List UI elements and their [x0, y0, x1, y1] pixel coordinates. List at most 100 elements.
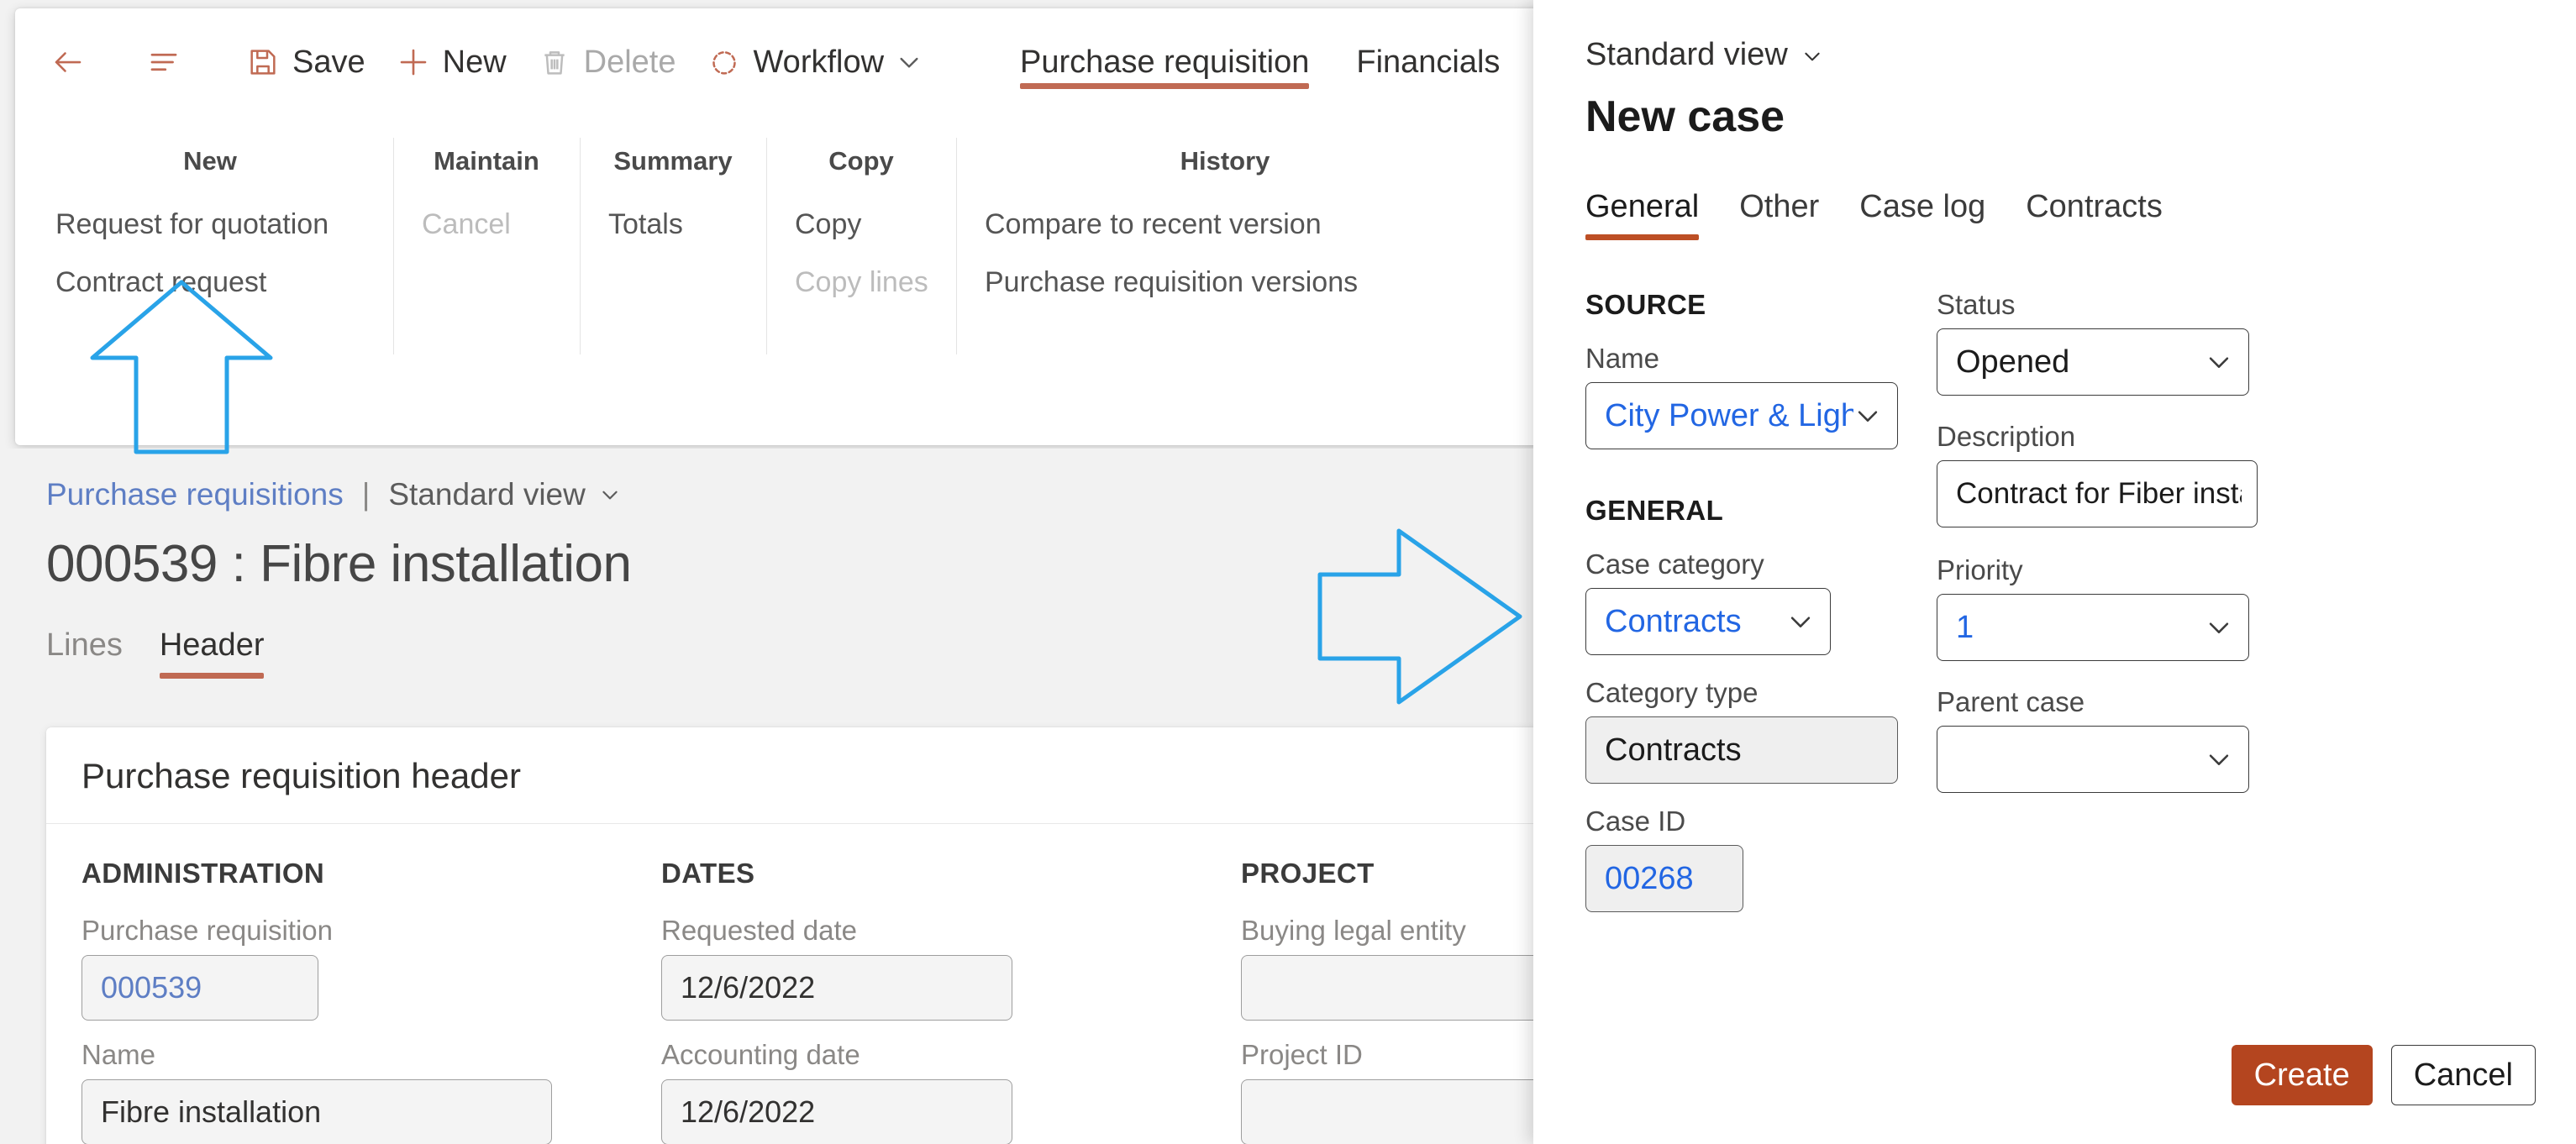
field-category-type: Category type Contracts [1585, 677, 1915, 784]
field-purchase-requisition-label: Purchase requisition [81, 915, 333, 946]
ribbon-group-maintain-title: Maintain [434, 146, 539, 176]
plus-icon [396, 45, 431, 80]
form-columns: ADMINISTRATION Purchase requisition 0005… [46, 824, 1533, 1144]
field-parent-case: Parent case [1937, 686, 2266, 793]
ribbon-item-contract-request[interactable]: Contract request [55, 266, 365, 299]
field-description-label: Description [1937, 421, 2076, 452]
panel-tab-other-label: Other [1739, 189, 1820, 224]
field-description-value: Contract for Fiber installation [1956, 477, 2242, 510]
ribbon-item-compare-to-recent-version[interactable]: Compare to recent version [985, 208, 1465, 241]
field-status: Status Opened [1937, 289, 2266, 396]
field-source-name-input[interactable]: City Power & Light [1585, 382, 1898, 449]
show-menu-button[interactable] [134, 38, 193, 87]
chevron-down-icon[interactable] [2205, 745, 2233, 774]
field-case-category: Case category Contracts [1585, 548, 1915, 655]
field-requested-date: Requested date 12/6/2022 [661, 915, 1241, 1021]
panel-tab-other[interactable]: Other [1719, 189, 1839, 242]
save-button[interactable]: Save [230, 38, 381, 87]
field-buying-legal-entity-input[interactable] [1241, 955, 1533, 1021]
new-case-panel: Standard view New case General Other Cas… [1533, 0, 2576, 1144]
workflow-button-label: Workflow [753, 44, 885, 80]
form-group-project-title: PROJECT [1241, 858, 1375, 889]
chevron-down-icon[interactable] [1786, 607, 1815, 636]
panel-body: SOURCE Name City Power & Light GENERAL C… [1533, 242, 2576, 934]
field-accounting-date-label: Accounting date [661, 1039, 860, 1070]
field-case-category-input[interactable]: Contracts [1585, 588, 1831, 655]
new-button[interactable]: New [381, 38, 522, 87]
ribbon-group-new: New Request for quotation Contract reque… [40, 146, 393, 324]
form-column-project: PROJECT Buying legal entity Project ID [1241, 858, 1533, 1144]
field-status-input[interactable]: Opened [1937, 328, 2249, 396]
panel-view-selector[interactable]: Standard view [1533, 0, 1823, 73]
panel-view-selector-label: Standard view [1585, 37, 1788, 72]
ribbon-item-request-for-quotation[interactable]: Request for quotation [55, 208, 365, 241]
chevron-down-icon[interactable] [2205, 613, 2233, 642]
field-purchase-requisition-input[interactable]: 000539 [81, 955, 318, 1021]
ribbon-item-purchase-requisition-versions[interactable]: Purchase requisition versions [985, 266, 1465, 299]
page-content: Purchase requisitions | Standard view 00… [0, 449, 1533, 1144]
field-priority-value: 1 [1956, 609, 1974, 645]
field-accounting-date-input[interactable]: 12/6/2022 [661, 1079, 1012, 1144]
tab-options[interactable]: Options [1523, 8, 1533, 116]
ribbon-item-cancel[interactable]: Cancel [422, 208, 551, 241]
ribbon-item-copy-lines[interactable]: Copy lines [795, 266, 928, 299]
field-case-id-value: 00268 [1605, 860, 1694, 896]
field-name-input[interactable]: Fibre installation [81, 1079, 552, 1144]
field-category-type-input: Contracts [1585, 716, 1898, 784]
form-group-administration-title: ADMINISTRATION [81, 858, 325, 889]
field-project-id-input[interactable] [1241, 1079, 1533, 1144]
field-requested-date-input[interactable]: 12/6/2022 [661, 955, 1012, 1021]
field-accounting-date: Accounting date 12/6/2022 [661, 1039, 1241, 1144]
view-selector[interactable]: Standard view [388, 477, 620, 512]
breadcrumb-separator: | [361, 477, 371, 512]
field-source-name-value: City Power & Light [1605, 397, 1853, 433]
field-parent-case-input[interactable] [1937, 726, 2249, 793]
ribbon-item-copy[interactable]: Copy [795, 208, 928, 241]
cancel-button[interactable]: Cancel [2390, 1045, 2536, 1105]
ribbon-group-new-title: New [183, 146, 237, 176]
ribbon-group-history: History Compare to recent version Purcha… [956, 138, 1494, 354]
panel-tab-active-underline [1585, 234, 1700, 240]
field-priority-input[interactable]: 1 [1937, 594, 2249, 661]
field-case-category-label: Case category [1585, 548, 1764, 580]
panel-column-right: Status Opened Description Contract for F… [1937, 289, 2266, 934]
workflow-button[interactable]: Workflow [691, 38, 938, 87]
field-name-label: Name [81, 1039, 156, 1070]
back-button[interactable] [39, 38, 97, 87]
page-tab-header-label: Header [159, 627, 265, 663]
panel-tab-case-log[interactable]: Case log [1839, 189, 2006, 242]
field-priority-label: Priority [1937, 554, 2023, 585]
tab-financials[interactable]: Financials [1333, 8, 1523, 116]
create-button[interactable]: Create [2231, 1045, 2373, 1105]
purchase-requisition-header-card: Purchase requisition header ADMINISTRATI… [46, 727, 1533, 1144]
ribbon-group-copy: Copy Copy Copy lines [766, 138, 956, 354]
page-title: 000539 : Fibre installation [46, 535, 632, 593]
breadcrumb-link-purchase-requisitions[interactable]: Purchase requisitions [46, 477, 344, 512]
page-tab-lines[interactable]: Lines [46, 627, 141, 685]
ribbon-group-copy-title: Copy [828, 146, 894, 176]
screen-root: Save New Delete Workflow Purchase requis… [0, 0, 2576, 1144]
delete-button[interactable]: Delete [522, 38, 691, 87]
chevron-down-icon[interactable] [1853, 401, 1882, 430]
panel-footer: Create Cancel [2231, 1045, 2536, 1105]
ribbon-item-totals[interactable]: Totals [608, 208, 738, 241]
panel-tabs: General Other Case log Contracts [1533, 142, 2576, 242]
ribbon-group-summary: Summary Totals [580, 138, 766, 354]
tab-purchase-requisition[interactable]: Purchase requisition [996, 8, 1333, 116]
panel-tab-general[interactable]: General [1585, 189, 1719, 242]
chevron-down-icon[interactable] [2205, 348, 2233, 376]
panel-tab-contracts[interactable]: Contracts [2006, 189, 2183, 242]
field-buying-legal-entity-label: Buying legal entity [1241, 915, 1466, 946]
command-bar: Save New Delete Workflow Purchase requis… [15, 8, 1533, 116]
form-column-dates: DATES Requested date 12/6/2022 Accountin… [661, 858, 1241, 1144]
ribbon-group-history-title: History [1180, 146, 1270, 176]
field-case-id-input: 00268 [1585, 845, 1743, 912]
panel-tab-contracts-label: Contracts [2026, 189, 2163, 224]
page-tab-header[interactable]: Header [141, 627, 283, 685]
d365-application: Save New Delete Workflow Purchase requis… [0, 0, 1533, 1144]
form-column-administration: ADMINISTRATION Purchase requisition 0005… [81, 858, 661, 1144]
panel-title: New case [1585, 92, 1785, 141]
tab-active-underline [1020, 83, 1310, 89]
ribbon-groups: New Request for quotation Contract reque… [15, 116, 1533, 354]
field-description-input[interactable]: Contract for Fiber installation [1937, 460, 2258, 527]
